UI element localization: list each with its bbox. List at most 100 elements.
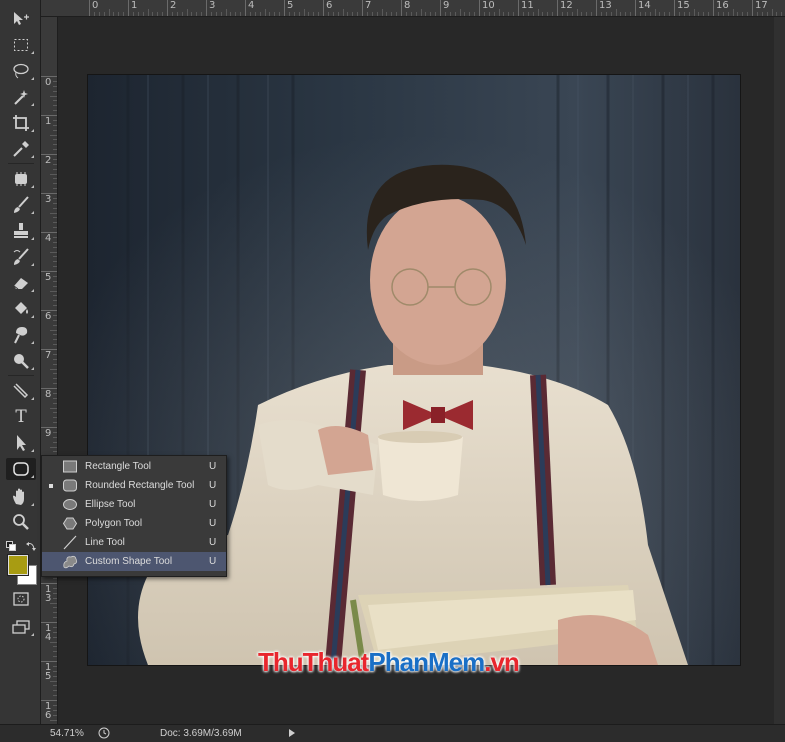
ruler-minor-tick	[698, 12, 700, 16]
ruler-minor-tick	[53, 363, 57, 365]
rectangular-marquee-tool-icon[interactable]	[6, 34, 36, 56]
ruler-minor-tick	[53, 626, 57, 628]
ruler-minor-tick	[50, 680, 57, 682]
ruler-tick	[518, 0, 519, 16]
ruler-label: 2	[45, 155, 52, 166]
ruler-minor-tick	[444, 12, 446, 16]
ruler-minor-tick	[366, 12, 368, 16]
ruler-minor-tick	[220, 12, 222, 16]
zoom-tool-icon[interactable]	[6, 511, 36, 533]
ruler-minor-tick	[152, 12, 154, 16]
ruler-minor-tick	[430, 12, 432, 16]
magic-wand-tool-icon[interactable]	[6, 86, 36, 108]
ruler-minor-tick	[53, 709, 57, 711]
ruler-tick	[128, 0, 129, 16]
ruler-minor-tick	[118, 12, 120, 16]
ruler-minor-tick	[639, 12, 641, 16]
ruler-minor-tick	[449, 12, 451, 16]
paint-bucket-tool-icon[interactable]	[6, 298, 36, 320]
eyedropper-tool-icon[interactable]	[6, 138, 36, 160]
zoom-level[interactable]: 54.71%	[50, 728, 84, 739]
foreground-color-swatch[interactable]	[8, 555, 28, 575]
brush-tool-icon[interactable]	[6, 194, 36, 216]
menu-item-rectangle-tool[interactable]: Rectangle Tool U	[42, 457, 226, 476]
ruler-tick	[89, 0, 90, 16]
default-colors-icon[interactable]	[6, 538, 16, 551]
move-tool-icon[interactable]	[6, 8, 36, 30]
status-menu-arrow-icon[interactable]	[289, 729, 295, 740]
ruler-label: 6	[45, 311, 52, 322]
dodge-tool-icon[interactable]	[6, 350, 36, 372]
tools-panel: T	[0, 0, 41, 724]
polygon-icon	[62, 516, 78, 531]
document-size: Doc: 3.69M/3.69M	[160, 728, 242, 739]
ruler-minor-tick	[98, 12, 100, 16]
ruler-minor-tick	[50, 134, 57, 136]
ruler-minor-tick	[352, 12, 354, 16]
ruler-minor-tick	[53, 597, 57, 599]
ruler-minor-tick	[53, 119, 57, 121]
ruler-label: 7	[365, 0, 372, 11]
menu-item-rounded-rectangle-tool[interactable]: Rounded Rectangle Tool U	[42, 476, 226, 495]
ruler-minor-tick	[425, 12, 427, 16]
ruler-tick	[752, 0, 753, 16]
info-icon[interactable]	[98, 727, 110, 742]
ruler-minor-tick	[722, 12, 724, 16]
history-brush-tool-icon[interactable]	[6, 246, 36, 268]
status-bar: 54.71% Doc: 3.69M/3.69M	[0, 724, 785, 742]
healing-brush-tool-icon[interactable]	[6, 168, 36, 190]
menu-item-custom-shape-tool[interactable]: Custom Shape Tool U	[42, 552, 226, 571]
ruler-minor-tick	[225, 9, 227, 16]
ruler-minor-tick	[610, 12, 612, 16]
screen-mode-icon[interactable]	[6, 616, 36, 638]
ruler-minor-tick	[53, 714, 57, 716]
menu-item-ellipse-tool[interactable]: Ellipse Tool U	[42, 495, 226, 514]
pen-tool-icon[interactable]	[6, 380, 36, 402]
crop-tool-icon[interactable]	[6, 112, 36, 134]
ruler-minor-tick	[537, 9, 539, 16]
eraser-tool-icon[interactable]	[6, 272, 36, 294]
type-tool-icon[interactable]: T	[6, 406, 36, 428]
ruler-minor-tick	[142, 12, 144, 16]
ruler-minor-tick	[717, 12, 719, 16]
ruler-minor-tick	[347, 12, 349, 16]
ruler-minor-tick	[53, 685, 57, 687]
path-selection-tool-icon[interactable]	[6, 432, 36, 454]
ruler-label: 9	[443, 0, 450, 11]
ruler-minor-tick	[313, 12, 315, 16]
ruler-minor-tick	[630, 12, 632, 16]
ruler-label: 0	[45, 77, 52, 88]
ruler-minor-tick	[669, 12, 671, 16]
ruler-minor-tick	[547, 12, 549, 16]
ruler-minor-tick	[53, 339, 57, 341]
ruler-minor-tick	[586, 12, 588, 16]
menu-item-line-tool[interactable]: Line Tool U	[42, 533, 226, 552]
ruler-minor-tick	[53, 139, 57, 141]
ruler-minor-tick	[53, 178, 57, 180]
blur-tool-icon[interactable]	[6, 324, 36, 346]
ruler-minor-tick	[371, 12, 373, 16]
ruler-minor-tick	[600, 12, 602, 16]
ruler-minor-tick	[53, 431, 57, 433]
hand-tool-icon[interactable]	[6, 486, 36, 508]
ruler-minor-tick	[659, 12, 661, 16]
clone-stamp-tool-icon[interactable]	[6, 220, 36, 242]
swap-colors-icon[interactable]	[26, 538, 36, 551]
shape-tool-icon[interactable]	[6, 458, 36, 480]
vertical-scrollbar[interactable]	[774, 17, 785, 724]
ruler-minor-tick	[50, 95, 57, 97]
quick-mask-icon[interactable]	[6, 588, 36, 610]
ruler-label: 10	[482, 0, 495, 11]
menu-item-polygon-tool[interactable]: Polygon Tool U	[42, 514, 226, 533]
ruler-minor-tick	[123, 12, 125, 16]
ruler-minor-tick	[293, 12, 295, 16]
ruler-minor-tick	[357, 12, 359, 16]
ruler-label: 3	[45, 194, 52, 205]
ruler-minor-tick	[732, 9, 734, 16]
ruler-minor-tick	[381, 9, 383, 16]
lasso-tool-icon[interactable]	[6, 60, 36, 82]
ruler-minor-tick	[53, 695, 57, 697]
ruler-minor-tick	[654, 9, 656, 16]
ruler-label: 1	[45, 116, 52, 127]
ruler-minor-tick	[53, 300, 57, 302]
